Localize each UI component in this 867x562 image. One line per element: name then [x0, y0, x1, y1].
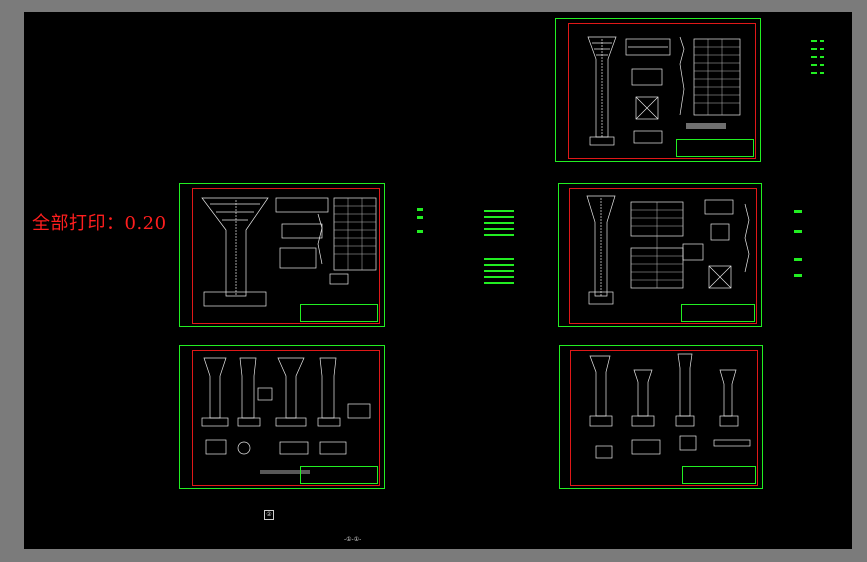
sheet-index-label: -①-①- — [344, 536, 362, 543]
view-marker: ② — [264, 510, 274, 520]
cad-model-space[interactable]: 全部打印：0.20 ② -①-①- — [24, 12, 852, 549]
green-legend-marks — [417, 40, 824, 284]
